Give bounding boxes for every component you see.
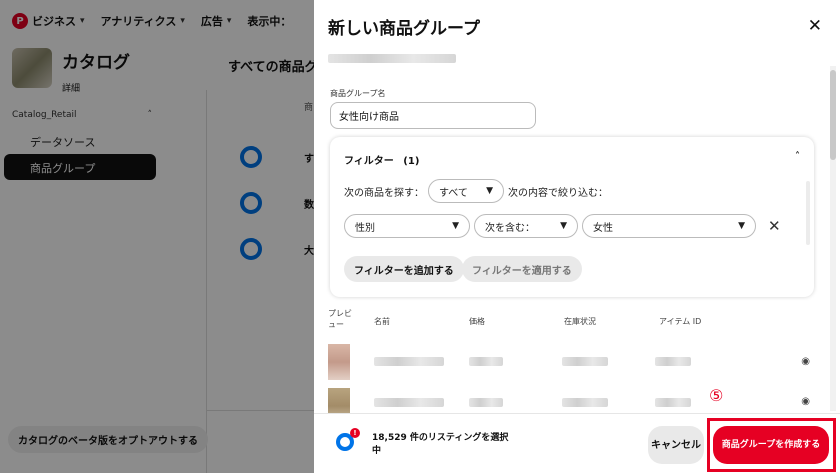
chevron-down-icon: ▼ bbox=[738, 221, 745, 231]
filter-value-value: 女性 bbox=[593, 222, 613, 234]
blurred-price bbox=[469, 357, 503, 366]
filter-operator-value: 次を含む： bbox=[485, 222, 535, 234]
product-thumbnail bbox=[328, 344, 350, 380]
apply-filter-button[interactable]: フィルターを適用する bbox=[462, 256, 582, 282]
panel-footer: ! 18,529 件のリスティングを選択中 キャンセル 商品グループを作成する bbox=[314, 413, 840, 473]
chevron-down-icon: ▼ bbox=[486, 186, 493, 196]
filter-title: フィルター (1) bbox=[344, 152, 419, 167]
create-product-group-button[interactable]: 商品グループを作成する bbox=[713, 426, 829, 464]
filter-field-select[interactable]: 性別 ▼ bbox=[344, 214, 470, 238]
group-name-label: 商品グループ名 bbox=[330, 89, 386, 98]
group-name-input[interactable] bbox=[330, 102, 536, 129]
filter-count: (1) bbox=[403, 156, 420, 167]
col-price: 価格 bbox=[469, 317, 485, 326]
eye-icon[interactable]: ◉ bbox=[801, 396, 810, 407]
panel-title: 新しい商品グループ bbox=[328, 19, 480, 39]
blurred-stock bbox=[562, 357, 608, 366]
blurred-item-id bbox=[655, 398, 691, 407]
scope-select[interactable]: すべて ▼ bbox=[428, 179, 504, 203]
chevron-up-icon[interactable]: ˄ bbox=[795, 151, 800, 162]
blurred-name bbox=[374, 357, 444, 366]
filter-scope-row: 次の商品を探す： すべて ▼ 次の内容で絞り込む： bbox=[344, 179, 608, 203]
filter-operator-select[interactable]: 次を含む： ▼ bbox=[474, 214, 578, 238]
chevron-down-icon: ▼ bbox=[560, 221, 567, 231]
selection-status: 18,529 件のリスティングを選択中 bbox=[372, 433, 509, 456]
col-item-id: アイテム ID bbox=[659, 317, 702, 326]
table-row[interactable]: ◉ bbox=[328, 388, 828, 414]
product-thumbnail bbox=[328, 388, 350, 414]
col-preview: プレビュー bbox=[328, 309, 352, 329]
filter-field-value: 性別 bbox=[355, 222, 375, 234]
filter-condition-row: 性別 ▼ 次を含む： ▼ 女性 ▼ ✕ bbox=[344, 214, 781, 238]
scope-select-value: すべて bbox=[439, 187, 468, 199]
filter-card: フィルター (1) ˄ 次の商品を探す： すべて ▼ 次の内容で絞り込む： 性別… bbox=[330, 137, 814, 297]
blurred-price bbox=[469, 398, 503, 407]
narrow-by-label: 次の内容で絞り込む： bbox=[508, 187, 608, 199]
col-name: 名前 bbox=[374, 317, 390, 326]
alert-badge-icon: ! bbox=[350, 428, 360, 438]
step-marker: ⑤ bbox=[709, 386, 724, 405]
remove-filter-icon[interactable]: ✕ bbox=[768, 217, 781, 235]
eye-icon[interactable]: ◉ bbox=[801, 356, 810, 367]
blurred-item-id bbox=[655, 357, 691, 366]
filter-value-select[interactable]: 女性 ▼ bbox=[582, 214, 756, 238]
blurred-name bbox=[374, 398, 444, 407]
chevron-down-icon: ▼ bbox=[452, 221, 459, 231]
close-icon[interactable]: ✕ bbox=[808, 16, 822, 36]
panel-scrollbar-thumb[interactable] bbox=[830, 70, 836, 160]
new-product-group-panel: 新しい商品グループ ✕ 商品グループ名 フィルター (1) ˄ 次の商品を探す：… bbox=[314, 0, 840, 473]
col-stock: 在庫状況 bbox=[564, 317, 596, 326]
filter-title-label: フィルター bbox=[344, 156, 394, 167]
filter-scrollbar[interactable] bbox=[806, 181, 810, 245]
blurred-catalog-name bbox=[328, 54, 456, 63]
table-row[interactable]: ◉ bbox=[328, 344, 828, 380]
search-products-label: 次の商品を探す： bbox=[344, 187, 424, 199]
cancel-button[interactable]: キャンセル bbox=[648, 426, 704, 464]
add-filter-button[interactable]: フィルターを追加する bbox=[344, 256, 464, 282]
blurred-stock bbox=[562, 398, 608, 407]
modal-backdrop[interactable] bbox=[0, 0, 314, 473]
